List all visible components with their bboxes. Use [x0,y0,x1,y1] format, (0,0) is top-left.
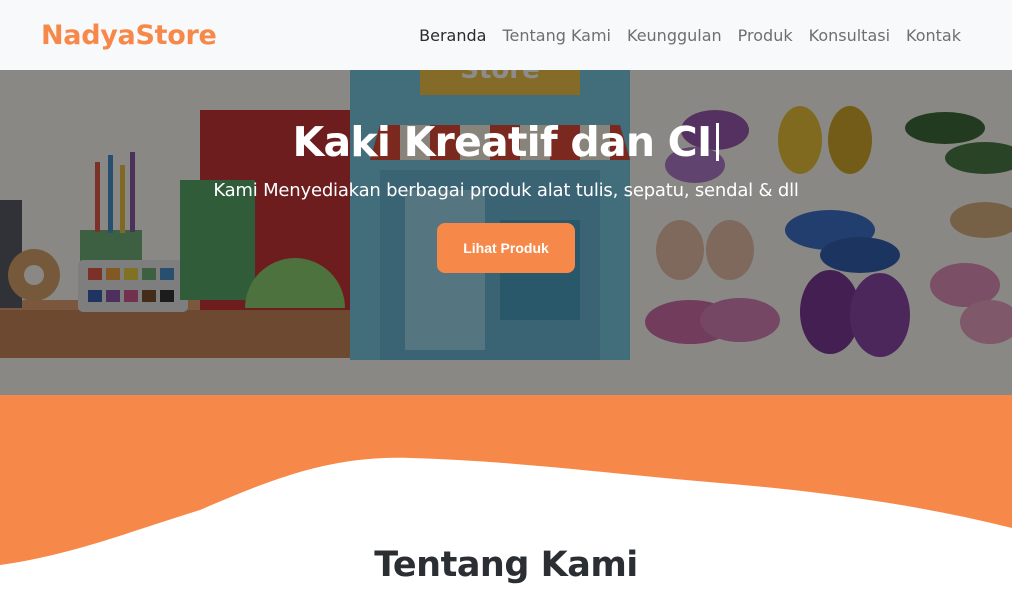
typing-cursor [716,123,720,161]
view-products-button[interactable]: Lihat Produk [437,223,575,273]
about-section-title: Tentang Kami [374,545,638,585]
hero-title-text: Kaki Kreatif dan CI [292,118,713,166]
nav-link-tentang-kami[interactable]: Tentang Kami [494,26,619,45]
hero-section: Store Kaki Kreatif dan CI Kami Menyediak… [0,70,1012,395]
nav-link-beranda[interactable]: Beranda [411,26,494,45]
hero-title: Kaki Kreatif dan CI [293,118,720,166]
brand-logo[interactable]: NadyaStore [41,20,217,51]
hero-content: Kaki Kreatif dan CI Kami Menyediakan ber… [0,70,1012,273]
nav-link-produk[interactable]: Produk [730,26,801,45]
nav-link-konsultasi[interactable]: Konsultasi [801,26,898,45]
nav-link-kontak[interactable]: Kontak [898,26,969,45]
main-nav: Beranda Tentang Kami Keunggulan Produk K… [411,26,969,45]
nav-link-keunggulan[interactable]: Keunggulan [619,26,730,45]
hero-subtitle: Kami Menyediakan berbagai produk alat tu… [213,180,799,201]
navbar: NadyaStore Beranda Tentang Kami Keunggul… [0,0,1012,70]
